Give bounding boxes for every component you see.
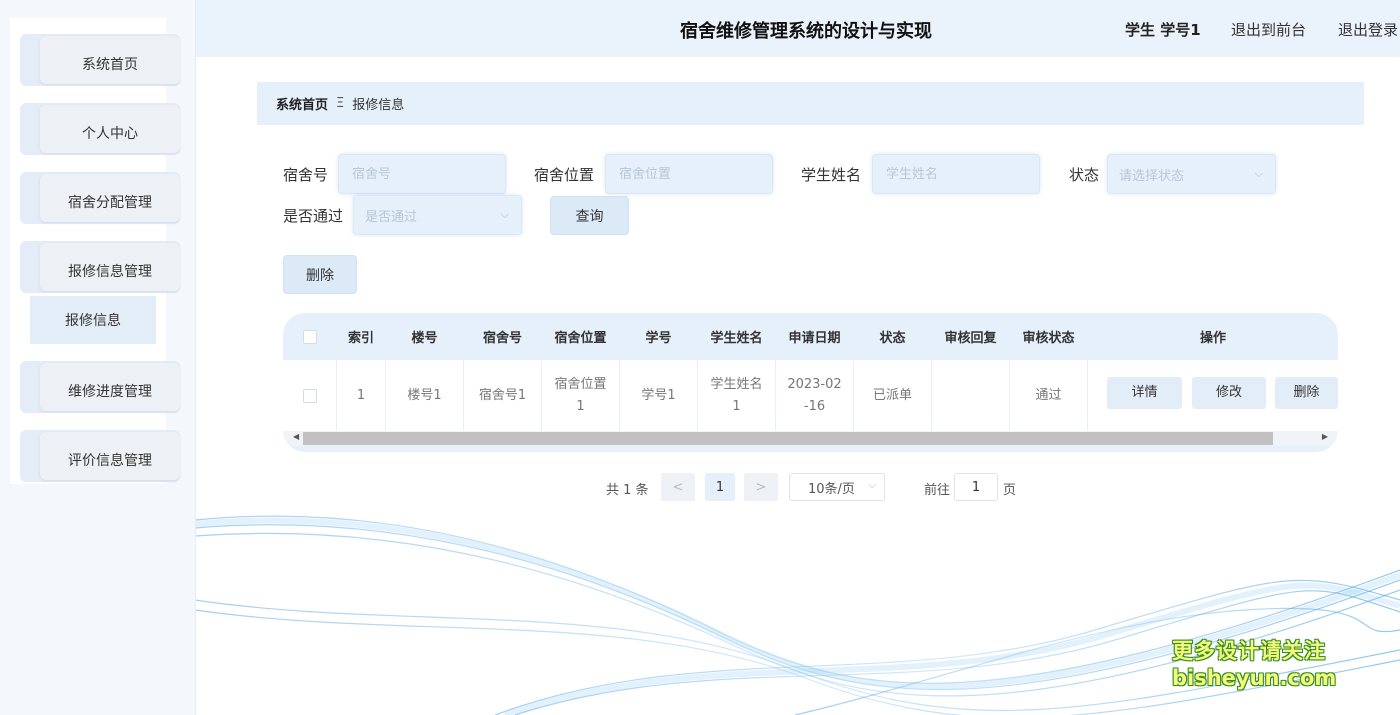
cell-student-name-line2: 1 (732, 398, 741, 414)
cell-audit-reply (932, 360, 1010, 431)
cell-dorm-location: 宿舍位置 1 (542, 360, 620, 431)
sidebar-item-label: 宿舍分配管理 (68, 195, 152, 211)
sidebar-item-label: 评价信息管理 (68, 453, 152, 469)
col-header-audit-reply: 审核回复 (932, 313, 1010, 360)
scrollbar-thumb[interactable] (303, 432, 1273, 445)
top-header: 宿舍维修管理系统的设计与实现 学生 学号1 退出到前台 退出登录 (195, 0, 1400, 57)
col-header-dorm-no: 宿舍号 (464, 313, 542, 360)
scroll-left-arrow-icon[interactable]: ◀ (293, 432, 299, 441)
goto-prefix-label: 前往 (924, 483, 951, 498)
breadcrumb: 系统首页 Ξ 报修信息 (257, 82, 1364, 125)
watermark-line2: bisheyun.com (1172, 666, 1337, 690)
edit-button[interactable]: 修改 (1192, 377, 1266, 409)
cell-audit-status: 通过 (1010, 360, 1088, 431)
cell-apply-date-line1: 2023-02 (787, 376, 842, 392)
repair-info-table: 索引 楼号 宿舍号 宿舍位置 学号 学生姓名 申请日期 状态 审核回复 审核状态… (283, 313, 1338, 452)
col-header-status: 状态 (854, 313, 932, 360)
passed-select[interactable]: 是否通过 ⌵ (353, 195, 522, 235)
watermark: 更多设计请关注 bisheyun.com (1172, 638, 1336, 692)
goto-suffix-label: 页 (1003, 483, 1017, 498)
student-name-label: 学生姓名 (801, 166, 862, 184)
cell-apply-date: 2023-02 -16 (776, 360, 854, 431)
col-header-operations: 操作 (1199, 331, 1226, 346)
sidebar-item-dorm-allocation[interactable]: 宿舍分配管理 (20, 172, 180, 224)
logout-link[interactable]: 退出登录 (1338, 19, 1398, 40)
detail-button[interactable]: 详情 (1107, 377, 1182, 409)
sidebar-item-repair-management[interactable]: 报修信息管理 (20, 241, 180, 293)
sidebar-item-personal-center[interactable]: 个人中心 (20, 103, 180, 155)
dorm-location-label: 宿舍位置 (534, 166, 595, 184)
sidebar-item-label: 个人中心 (82, 126, 138, 142)
sidebar-item-label: 维修进度管理 (68, 384, 152, 400)
sidebar-item-label: 报修信息管理 (68, 264, 152, 280)
pagination-next-button[interactable]: > (744, 473, 778, 501)
batch-delete-button[interactable]: 删除 (283, 255, 357, 294)
col-header-index: 索引 (337, 313, 386, 360)
col-header-building: 楼号 (386, 313, 464, 360)
table-header: 索引 楼号 宿舍号 宿舍位置 学号 学生姓名 申请日期 状态 审核回复 审核状态… (283, 313, 1338, 360)
cell-dorm-no: 宿舍号1 (464, 360, 542, 431)
status-select-placeholder: 请选择状态 (1119, 168, 1185, 184)
col-header-audit-status: 审核状态 (1010, 313, 1088, 360)
breadcrumb-separator-icon: Ξ (336, 96, 345, 111)
col-header-apply-date: 申请日期 (776, 313, 854, 360)
cell-index: 1 (337, 360, 386, 431)
cell-operations: 详情 修改 删除 (1088, 360, 1338, 431)
breadcrumb-home-link[interactable]: 系统首页 (276, 94, 328, 113)
col-header-student-name: 学生姓名 (698, 313, 776, 360)
passed-select-placeholder: 是否通过 (365, 209, 418, 225)
row-checkbox[interactable] (302, 388, 317, 403)
cell-student-name: 学生姓名 1 (698, 360, 776, 431)
chevron-down-icon: ⌵ (868, 480, 876, 491)
col-header-dorm-location: 宿舍位置 (542, 313, 620, 360)
sidebar: 系统首页 个人中心 宿舍分配管理 报修信息管理 报修信息 维修进度管理 评价信息… (0, 0, 195, 715)
page-size-select[interactable]: 10条/页 ⌵ (789, 473, 885, 501)
cell-student-name-line1: 学生姓名 (710, 376, 763, 392)
scroll-right-arrow-icon[interactable]: ▶ (1322, 432, 1328, 441)
sidebar-subitem-repair-info[interactable]: 报修信息 (30, 296, 156, 344)
cell-dorm-location-line1: 宿舍位置 (554, 376, 607, 392)
dorm-no-input[interactable] (338, 154, 506, 194)
student-name-input[interactable] (872, 154, 1040, 194)
sidebar-item-home[interactable]: 系统首页 (20, 34, 180, 86)
page-size-value: 10条/页 (808, 481, 855, 497)
dorm-no-label: 宿舍号 (283, 166, 329, 184)
sidebar-item-evaluation-management[interactable]: 评价信息管理 (20, 430, 180, 482)
app-title: 宿舍维修管理系统的设计与实现 (680, 21, 932, 42)
cell-status: 已派单 (854, 360, 932, 431)
pagination-prev-button[interactable]: < (661, 473, 695, 501)
chevron-down-icon: ⌵ (1254, 167, 1263, 180)
dorm-location-input[interactable] (605, 154, 773, 194)
passed-label: 是否通过 (283, 207, 344, 225)
breadcrumb-current: 报修信息 (352, 98, 405, 113)
col-header-student-no: 学号 (620, 313, 698, 360)
cell-building: 楼号1 (386, 360, 464, 431)
cell-dorm-location-line2: 1 (576, 398, 585, 414)
sidebar-item-progress-management[interactable]: 维修进度管理 (20, 361, 180, 413)
table-row: 1 楼号1 宿舍号1 宿舍位置 1 学号1 学生姓名 1 2023-02 -16… (283, 360, 1338, 431)
status-label: 状态 (1069, 166, 1100, 184)
select-all-checkbox[interactable] (302, 329, 317, 344)
pagination-total: 共 1 条 (606, 483, 649, 498)
sidebar-subitem-label: 报修信息 (65, 313, 121, 329)
cell-student-no: 学号1 (620, 360, 698, 431)
watermark-line1: 更多设计请关注 (1172, 639, 1326, 663)
query-button[interactable]: 查询 (550, 196, 629, 235)
header-checkbox-cell (283, 313, 337, 360)
sidebar-item-label: 系统首页 (82, 57, 138, 73)
chevron-down-icon: ⌵ (500, 208, 509, 221)
row-checkbox-cell (283, 360, 337, 431)
current-user-label: 学生 学号1 (1125, 21, 1201, 39)
status-select[interactable]: 请选择状态 ⌵ (1107, 154, 1276, 194)
goto-page-input[interactable] (954, 473, 998, 501)
row-delete-button[interactable]: 删除 (1275, 377, 1338, 409)
horizontal-scrollbar[interactable]: ◀ ▶ (283, 431, 1338, 446)
exit-to-front-link[interactable]: 退出到前台 (1231, 19, 1306, 40)
pagination-page-1[interactable]: 1 (705, 473, 735, 501)
cell-apply-date-line2: -16 (803, 398, 826, 414)
